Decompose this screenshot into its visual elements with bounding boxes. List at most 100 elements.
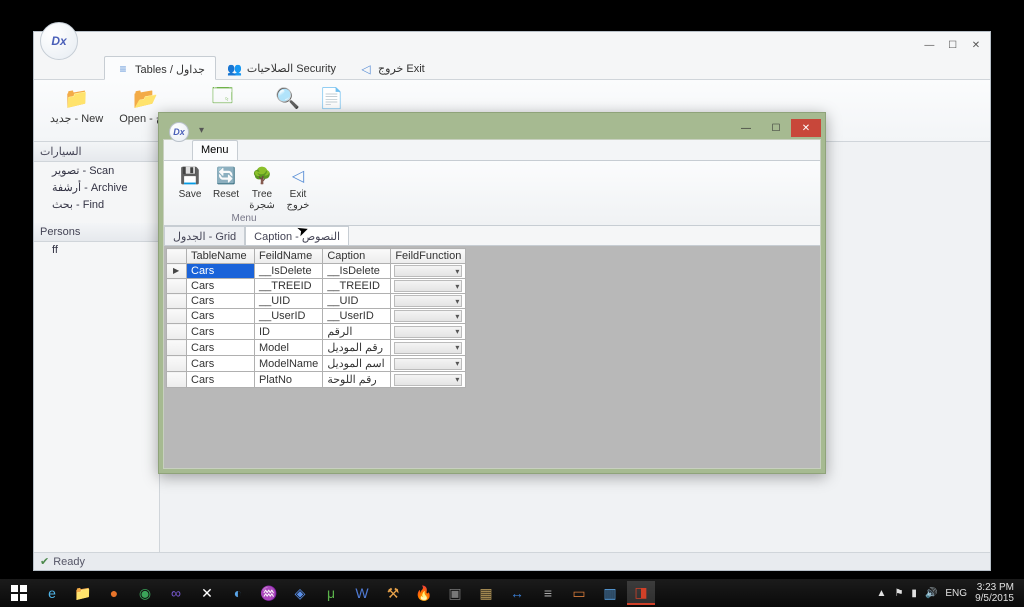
cell-caption[interactable]: __UserID — [323, 309, 391, 324]
sidebar-group-persons[interactable]: Persons — [34, 223, 159, 242]
table-row[interactable]: CarsModelرقم الموديل▾ — [167, 340, 466, 356]
taskbar-item-app1[interactable]: ✕ — [193, 581, 221, 605]
taskbar-item-chrome[interactable]: ◉ — [131, 581, 159, 605]
dropdown-icon[interactable]: ▾ — [199, 125, 204, 136]
taskbar-item-app6[interactable]: ▣ — [441, 581, 469, 605]
cell-fieldfunction[interactable]: ▾ — [391, 372, 466, 388]
table-row[interactable]: CarsModelNameاسم الموديل▾ — [167, 356, 466, 372]
maximize-button[interactable]: ☐ — [943, 40, 963, 51]
taskbar-item-app2[interactable]: ◐ — [224, 581, 252, 605]
cell-fieldfunction[interactable]: ▾ — [391, 309, 466, 324]
sidebar-group-cars[interactable]: السيارات — [34, 142, 159, 162]
cell-fieldfunction[interactable]: ▾ — [391, 340, 466, 356]
sidebar-item-scan[interactable]: تصوير - Scan — [34, 162, 159, 179]
taskbar-item-teamviewer[interactable]: ↔ — [503, 581, 531, 605]
cell-fieldname[interactable]: ID — [255, 324, 323, 340]
table-row[interactable]: Cars__UserID__UserID▾ — [167, 309, 466, 324]
cell-fieldfunction[interactable]: ▾ — [391, 264, 466, 279]
close-button[interactable]: ✕ — [966, 40, 986, 51]
dropdown-cell[interactable]: ▾ — [394, 310, 462, 322]
column-header-Caption[interactable]: Caption — [323, 249, 391, 264]
cell-tablename[interactable]: Cars — [187, 294, 255, 309]
dropdown-cell[interactable]: ▾ — [394, 374, 462, 386]
cell-tablename[interactable]: Cars — [187, 309, 255, 324]
taskbar-item-vs[interactable]: ∞ — [162, 581, 190, 605]
main-tab-1[interactable]: 👥الصلاحيات Security — [216, 56, 347, 79]
cell-caption[interactable]: __TREEID — [323, 279, 391, 294]
taskbar-item-folder[interactable]: 📁 — [69, 581, 97, 605]
cell-caption[interactable]: الرقم — [323, 324, 391, 340]
taskbar-item-ie[interactable]: e — [38, 581, 66, 605]
table-row[interactable]: Cars__TREEID__TREEID▾ — [167, 279, 466, 294]
cell-tablename[interactable]: Cars — [187, 264, 255, 279]
cell-fieldfunction[interactable]: ▾ — [391, 294, 466, 309]
taskbar-item-audio[interactable]: ♒ — [255, 581, 283, 605]
dropdown-cell[interactable]: ▾ — [394, 280, 462, 292]
cell-tablename[interactable]: Cars — [187, 372, 255, 388]
taskbar-item-calc[interactable]: ≡ — [534, 581, 562, 605]
cell-fieldname[interactable]: __UID — [255, 294, 323, 309]
dialog-tab-menu[interactable]: Menu — [192, 140, 238, 160]
dialog-close-button[interactable]: ✕ — [791, 119, 821, 137]
table-row[interactable]: Cars__IsDelete__IsDelete▾ — [167, 264, 466, 279]
ribbon-button-0[interactable]: 📁جديد - New — [42, 84, 111, 141]
dropdown-cell[interactable]: ▾ — [394, 326, 462, 338]
dialog-maximize-button[interactable]: ☐ — [761, 119, 791, 137]
taskbar-item-app3[interactable]: ◈ — [286, 581, 314, 605]
table-row[interactable]: Cars__UID__UID▾ — [167, 294, 466, 309]
start-button[interactable] — [4, 581, 34, 605]
table-row[interactable]: CarsPlatNoرقم اللوحة▾ — [167, 372, 466, 388]
taskbar-item-word[interactable]: W — [348, 581, 376, 605]
data-grid[interactable]: TableNameFeildNameCaptionFeildFunctionCa… — [166, 248, 466, 388]
cell-fieldname[interactable]: PlatNo — [255, 372, 323, 388]
taskbar-item-app8[interactable]: ▭ — [565, 581, 593, 605]
taskbar-item-app7[interactable]: ▦ — [472, 581, 500, 605]
sidebar-item-archive[interactable]: أرشفة - Archive — [34, 179, 159, 196]
minimize-button[interactable]: — — [919, 40, 939, 51]
sidebar-item-ff[interactable]: ff — [34, 242, 159, 258]
column-header-FeildFunction[interactable]: FeildFunction — [391, 249, 466, 264]
cell-fieldname[interactable]: __IsDelete — [255, 264, 323, 279]
cell-caption[interactable]: اسم الموديل — [323, 356, 391, 372]
dropdown-cell[interactable]: ▾ — [394, 358, 462, 370]
cell-caption[interactable]: رقم الموديل — [323, 340, 391, 356]
dropdown-cell[interactable]: ▾ — [394, 342, 462, 354]
tray-clock[interactable]: 3:23 PM 9/5/2015 — [975, 582, 1014, 604]
table-row[interactable]: CarsIDالرقم▾ — [167, 324, 466, 340]
tray-language[interactable]: ENG — [945, 588, 967, 599]
cell-tablename[interactable]: Cars — [187, 279, 255, 294]
column-header-FeildName[interactable]: FeildName — [255, 249, 323, 264]
content-tab-0[interactable]: الجدول - Grid — [164, 226, 245, 245]
column-header-TableName[interactable]: TableName — [187, 249, 255, 264]
cell-tablename[interactable]: Cars — [187, 324, 255, 340]
main-tab-2[interactable]: ◁خروج Exit — [347, 56, 436, 79]
cell-fieldfunction[interactable]: ▾ — [391, 356, 466, 372]
tray-expand-icon[interactable]: ▲ — [877, 588, 887, 599]
taskbar-item-app10[interactable]: ◨ — [627, 581, 655, 605]
taskbar-item-app5[interactable]: 🔥 — [410, 581, 438, 605]
cell-fieldname[interactable]: Model — [255, 340, 323, 356]
cell-fieldfunction[interactable]: ▾ — [391, 324, 466, 340]
sidebar-item-find[interactable]: بحث - Find — [34, 196, 159, 213]
cell-fieldname[interactable]: __TREEID — [255, 279, 323, 294]
cell-tablename[interactable]: Cars — [187, 340, 255, 356]
taskbar-item-utorrent[interactable]: μ — [317, 581, 345, 605]
dropdown-cell[interactable]: ▾ — [394, 295, 462, 307]
cell-tablename[interactable]: Cars — [187, 356, 255, 372]
tray-network-icon[interactable]: ▮ — [911, 588, 917, 599]
cell-caption[interactable]: رقم اللوحة — [323, 372, 391, 388]
cell-caption[interactable]: __UID — [323, 294, 391, 309]
dialog-minimize-button[interactable]: — — [731, 119, 761, 137]
taskbar-item-app4[interactable]: ⚒ — [379, 581, 407, 605]
taskbar-item-app9[interactable]: ▥ — [596, 581, 624, 605]
cell-fieldfunction[interactable]: ▾ — [391, 279, 466, 294]
tray-sound-icon[interactable]: 🔊 — [925, 588, 937, 599]
content-tab-1[interactable]: Caption - النصوص — [245, 226, 349, 245]
cell-caption[interactable]: __IsDelete — [323, 264, 391, 279]
cell-fieldname[interactable]: ModelName — [255, 356, 323, 372]
main-tab-0[interactable]: ≡Tables / جداول — [104, 56, 216, 80]
cell-fieldname[interactable]: __UserID — [255, 309, 323, 324]
taskbar-item-firefox[interactable]: ● — [100, 581, 128, 605]
tray-flag-icon[interactable]: ⚑ — [894, 588, 903, 599]
dropdown-cell[interactable]: ▾ — [394, 265, 462, 277]
